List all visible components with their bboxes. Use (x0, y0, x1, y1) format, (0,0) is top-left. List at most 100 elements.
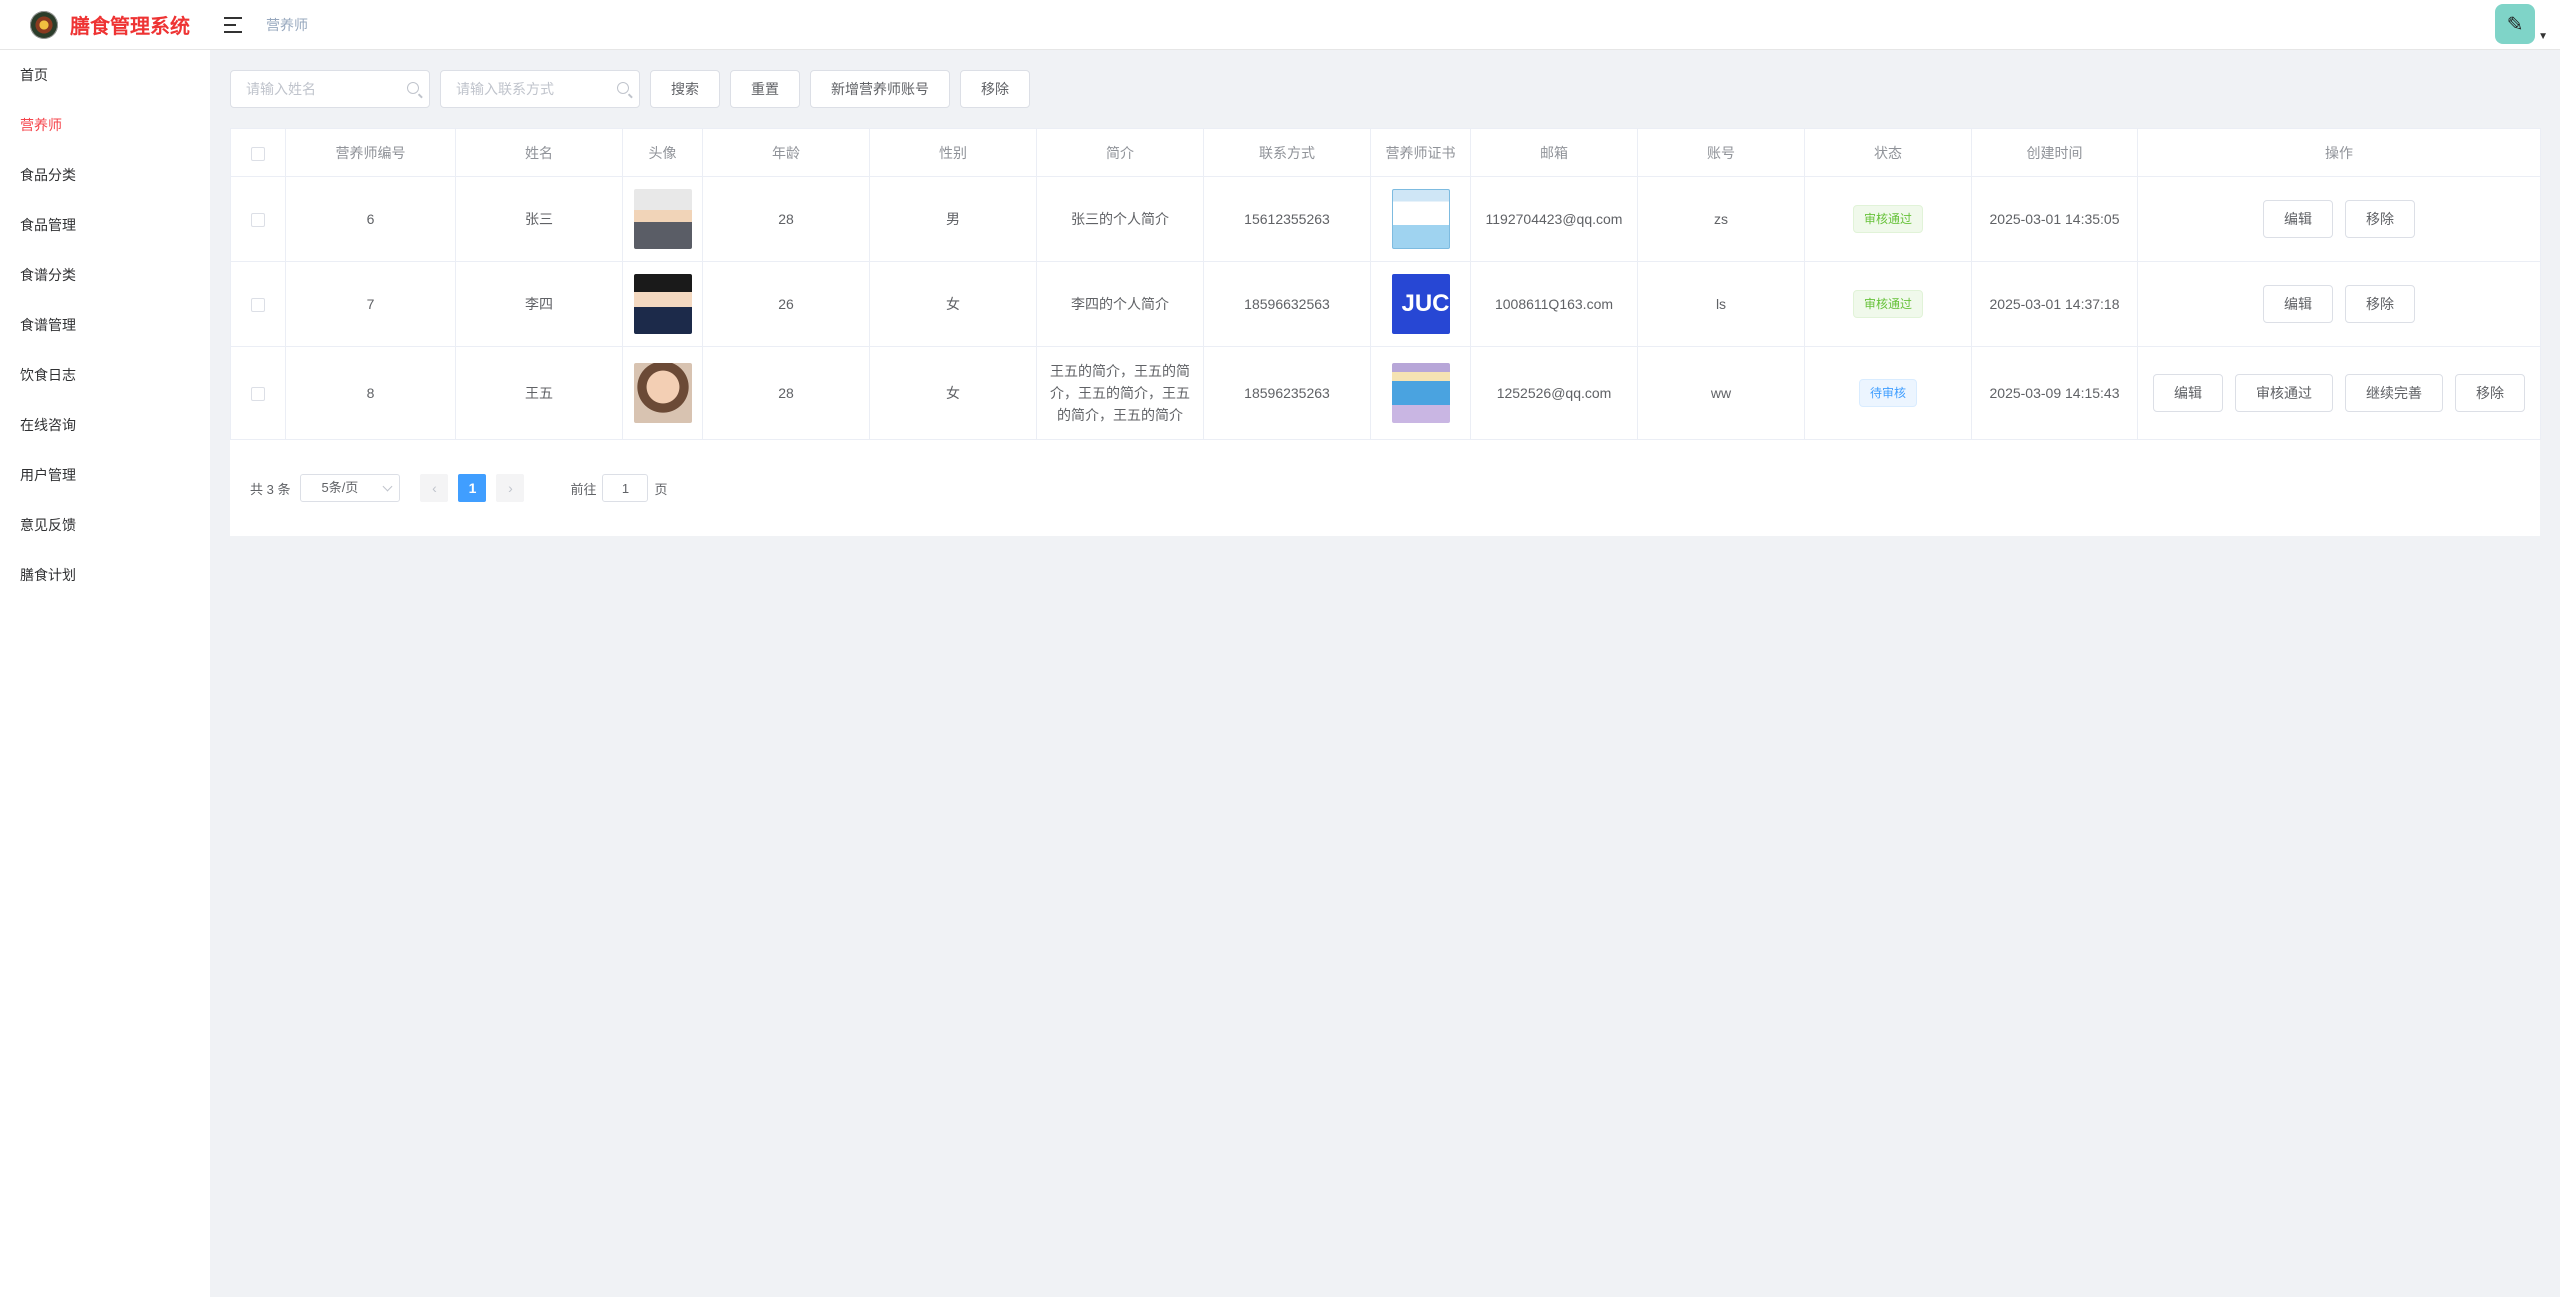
column-header: 年龄 (702, 128, 870, 177)
cell-certificate (1370, 346, 1471, 440)
cell-id: 8 (285, 346, 456, 440)
approve-button[interactable]: 审核通过 (2235, 374, 2333, 412)
cell-id: 6 (285, 176, 456, 262)
cell-account: ww (1637, 346, 1805, 440)
cell-gender: 男 (869, 176, 1037, 262)
select-all-cell[interactable] (230, 128, 286, 177)
sidebar-item-nutritionist[interactable]: 营养师 (0, 100, 210, 150)
chevron-left-icon: ‹ (432, 480, 437, 496)
column-header: 操作 (2137, 128, 2541, 177)
cell-gender: 女 (869, 346, 1037, 440)
avatar-image[interactable] (633, 363, 692, 423)
certificate-image[interactable] (1391, 363, 1450, 423)
cell-age: 28 (702, 176, 870, 262)
reset-button[interactable]: 重置 (730, 70, 800, 108)
contact-search-field[interactable] (440, 70, 640, 108)
cell-certificate (1370, 176, 1471, 262)
cell-email: 1192704423@qq.com (1470, 176, 1638, 262)
select-all-checkbox[interactable] (251, 146, 265, 161)
sidebar-item-recipe-management[interactable]: 食谱管理 (0, 300, 210, 350)
search-button[interactable]: 搜索 (650, 70, 720, 108)
avatar-image[interactable] (633, 189, 692, 249)
breadcrumb[interactable]: 营养师 (266, 15, 308, 35)
sidebar-item-home[interactable]: 首页 (0, 50, 210, 100)
filter-toolbar: 搜索 重置 新增营养师账号 移除 (230, 70, 2540, 108)
user-menu[interactable]: ✎ ▼ (2495, 4, 2548, 44)
contact-search-input[interactable] (441, 71, 639, 107)
table-row: 7 李四 26 女 李四的个人简介 18596632563 JUC 100861… (230, 261, 2541, 347)
chevron-down-icon[interactable]: ▼ (2538, 31, 2548, 42)
cell-age: 26 (702, 261, 870, 347)
menu-toggle-icon[interactable] (224, 16, 242, 33)
cell-created: 2025-03-01 14:37:18 (1971, 261, 2138, 347)
add-nutritionist-button[interactable]: 新增营养师账号 (810, 70, 950, 108)
avatar-image[interactable] (633, 274, 692, 334)
pagination-total: 共 3 条 (250, 481, 291, 497)
sidebar-item-diet-log[interactable]: 饮食日志 (0, 350, 210, 400)
top-header: 膳食管理系统 营养师 ✎ ▼ (0, 0, 2560, 50)
cell-gender: 女 (869, 261, 1037, 347)
brand: 膳食管理系统 (0, 0, 210, 50)
status-badge: 待审核 (1858, 379, 1917, 407)
chevron-right-icon: › (508, 480, 513, 496)
row-checkbox[interactable] (251, 213, 265, 228)
remove-button[interactable]: 移除 (2345, 285, 2415, 323)
next-page-button[interactable]: › (496, 474, 525, 502)
name-search-input[interactable] (231, 71, 429, 107)
row-select-cell[interactable] (230, 346, 286, 440)
page-number[interactable]: 1 (458, 474, 487, 502)
column-header: 营养师证书 (1370, 128, 1471, 177)
row-select-cell[interactable] (230, 176, 286, 262)
page-size-value: 5条/页 (321, 480, 359, 495)
cell-intro: 张三的个人简介 (1036, 176, 1204, 262)
remove-button[interactable]: 移除 (2455, 374, 2525, 412)
certificate-image[interactable] (1391, 189, 1450, 249)
pagination: 共 3 条 5条/页 ‹ 1 › 前往 页 (230, 440, 2540, 536)
status-badge: 审核通过 (1852, 290, 1923, 318)
batch-remove-button[interactable]: 移除 (960, 70, 1030, 108)
row-checkbox[interactable] (251, 387, 265, 402)
cell-created: 2025-03-01 14:35:05 (1971, 176, 2138, 262)
cell-phone: 18596235263 (1203, 346, 1371, 440)
goto-prefix: 前往 (570, 481, 597, 497)
sidebar-item-user-management[interactable]: 用户管理 (0, 450, 210, 500)
sidebar-item-online-consult[interactable]: 在线咨询 (0, 400, 210, 450)
cell-account: ls (1637, 261, 1805, 347)
cell-phone: 18596632563 (1203, 261, 1371, 347)
cell-intro: 王五的简介，王五的简介，王五的简介，王五的简介，王五的简介 (1036, 346, 1204, 440)
column-header: 状态 (1804, 128, 1972, 177)
certificate-image[interactable]: JUC (1391, 274, 1450, 334)
status-badge: 审核通过 (1852, 205, 1923, 233)
edit-button[interactable]: 编辑 (2263, 285, 2333, 323)
column-header: 头像 (622, 128, 703, 177)
table-header-row: 营养师编号 姓名 头像 年龄 性别 简介 联系方式 营养师证书 邮箱 账号 状态… (230, 128, 2541, 177)
cell-id: 7 (285, 261, 456, 347)
edit-button[interactable]: 编辑 (2153, 374, 2223, 412)
edit-button[interactable]: 编辑 (2263, 200, 2333, 238)
column-header: 账号 (1637, 128, 1805, 177)
cell-certificate: JUC (1370, 261, 1471, 347)
table-row: 6 张三 28 男 张三的个人简介 15612355263 1192704423… (230, 176, 2541, 262)
continue-edit-button[interactable]: 继续完善 (2345, 374, 2443, 412)
avatar[interactable]: ✎ (2495, 4, 2536, 44)
page-size-select[interactable]: 5条/页 (300, 474, 401, 502)
nutritionist-table: 营养师编号 姓名 头像 年龄 性别 简介 联系方式 营养师证书 邮箱 账号 状态… (230, 128, 2541, 440)
column-header: 营养师编号 (285, 128, 456, 177)
sidebar-item-food-category[interactable]: 食品分类 (0, 150, 210, 200)
goto-page-input[interactable] (602, 474, 649, 502)
row-checkbox[interactable] (251, 298, 265, 313)
cell-avatar (622, 176, 703, 262)
remove-button[interactable]: 移除 (2345, 200, 2415, 238)
app-title: 膳食管理系统 (70, 16, 190, 38)
name-search-field[interactable] (230, 70, 430, 108)
sidebar-item-food-management[interactable]: 食品管理 (0, 200, 210, 250)
prev-page-button[interactable]: ‹ (420, 474, 449, 502)
cell-email: 1252526@qq.com (1470, 346, 1638, 440)
column-header: 性别 (869, 128, 1037, 177)
cell-account: zs (1637, 176, 1805, 262)
sidebar-item-recipe-category[interactable]: 食谱分类 (0, 250, 210, 300)
cell-status: 待审核 (1804, 346, 1972, 440)
sidebar-item-meal-plan[interactable]: 膳食计划 (0, 550, 210, 600)
sidebar-item-feedback[interactable]: 意见反馈 (0, 500, 210, 550)
row-select-cell[interactable] (230, 261, 286, 347)
